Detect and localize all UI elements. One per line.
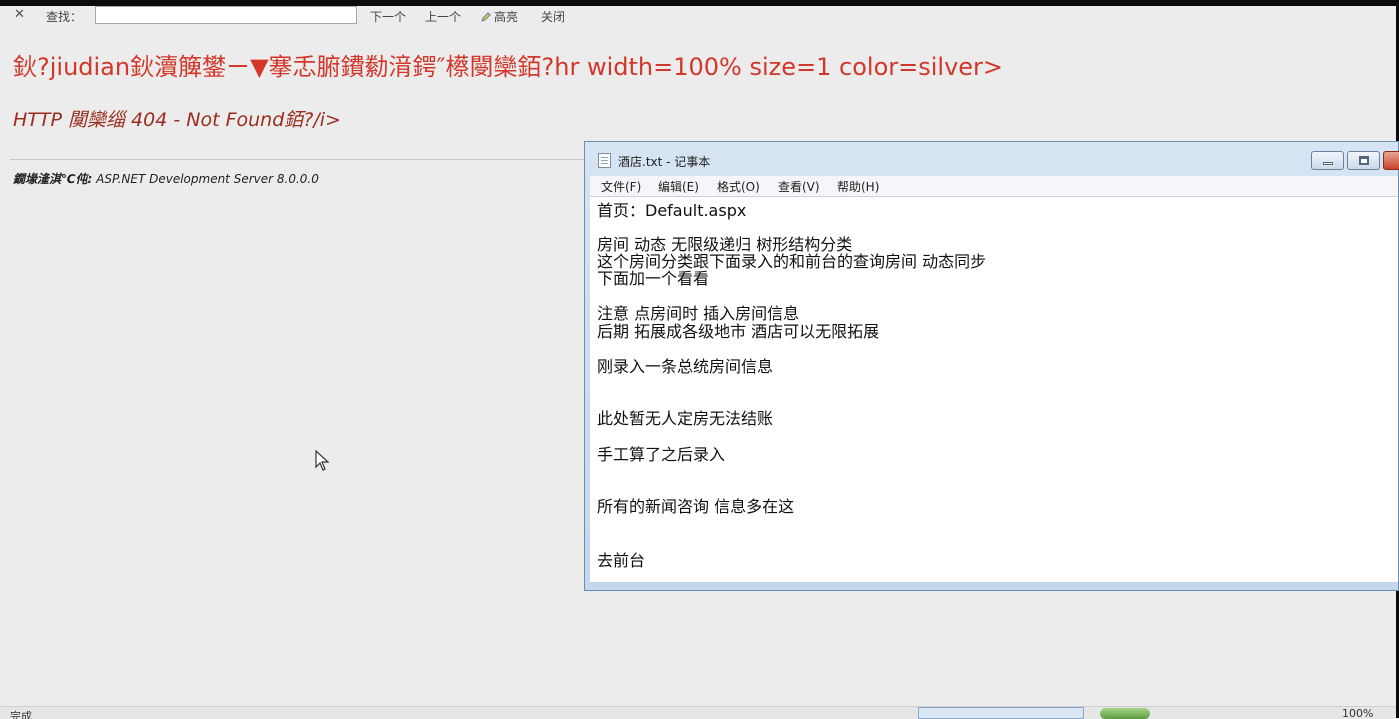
notepad-menubar: 文件(F) 编辑(E) 格式(O) 查看(V) 帮助(H) <box>590 176 1398 196</box>
find-close-button[interactable]: 关闭 <box>541 8 565 25</box>
version-value: ASP.NET Development Server 8.0.0.0 <box>96 172 319 186</box>
highlight-label: 高亮 <box>494 10 519 24</box>
status-bar: 完成 100% <box>0 706 1396 719</box>
find-label: 查找： <box>46 10 83 24</box>
text-line: 房间 动态 无限级递归 树形结构分类 <box>597 235 853 254</box>
highlight-button[interactable]: 高亮 <box>480 8 518 25</box>
text-line: 下面加一个看看 <box>597 269 710 288</box>
notepad-text-area[interactable]: 首页：Default.aspx 房间 动态 无限级递归 树形结构分类 这个房间分… <box>590 196 1398 582</box>
text-line: 去前台 <box>597 551 646 570</box>
highlight-pen-icon <box>481 12 491 22</box>
maximize-button[interactable] <box>1347 151 1380 170</box>
menu-file[interactable]: 文件(F) <box>601 178 641 195</box>
version-label: 鐗堟湰淇℃伅: <box>13 172 93 186</box>
text-line: 此处暂无人定房无法结账 <box>597 409 774 428</box>
menu-edit[interactable]: 编辑(E) <box>658 178 699 195</box>
find-prev-button[interactable]: 上一个 <box>425 8 461 25</box>
status-text: 完成 <box>10 710 32 719</box>
divider <box>10 159 585 160</box>
find-bar: ✕ 查找： 下一个 上一个 高亮 关闭 <box>0 6 1396 26</box>
menu-view[interactable]: 查看(V) <box>778 178 820 195</box>
menu-format[interactable]: 格式(O) <box>717 178 760 195</box>
text-line: 刚录入一条总统房间信息 <box>597 357 774 376</box>
status-toggle[interactable] <box>1100 708 1150 719</box>
text-line: 首页：Default.aspx <box>597 201 747 220</box>
zoom-level[interactable]: 100% <box>1342 707 1373 719</box>
find-input[interactable] <box>95 6 357 24</box>
notepad-window: 酒店.txt - 记事本 文件(F) 编辑(E) 格式(O) 查看(V) 帮助(… <box>584 141 1399 591</box>
text-line: 这个房间分类跟下面录入的和前台的查询房间 动态同步 <box>597 252 987 271</box>
window-close-button[interactable] <box>1383 151 1399 170</box>
text-line: 注意 点房间时 插入房间信息 <box>597 304 800 323</box>
version-info: 鐗堟湰淇℃伅: ASP.NET Development Server 8.0.0… <box>13 170 319 187</box>
text-line: 手工算了之后录入 <box>597 445 726 464</box>
minimize-button[interactable] <box>1311 151 1344 170</box>
notepad-title: 酒店.txt - 记事本 <box>618 155 711 169</box>
find-close-icon[interactable]: ✕ <box>14 7 25 22</box>
text-line: 后期 拓展成各级地市 酒店可以无限拓展 <box>597 322 880 341</box>
notepad-titlebar[interactable]: 酒店.txt - 记事本 <box>585 142 1399 176</box>
notepad-icon <box>598 153 611 168</box>
text-line: 所有的新闻咨询 信息多在这 <box>597 497 795 516</box>
mouse-cursor-icon <box>315 450 330 471</box>
find-next-button[interactable]: 下一个 <box>370 8 406 25</box>
error-subtitle: HTTP 闃欒缁 404 - Not Found銆?/i> <box>13 109 341 131</box>
ime-toolbar[interactable] <box>918 707 1084 719</box>
error-title: 鈥?jiudian鈥瀆簲鐢ㄧ▼搴忎腑鐨勬湇鍔″櫒閿欒銆?hr width=100… <box>13 53 1004 81</box>
menu-help[interactable]: 帮助(H) <box>837 178 879 195</box>
